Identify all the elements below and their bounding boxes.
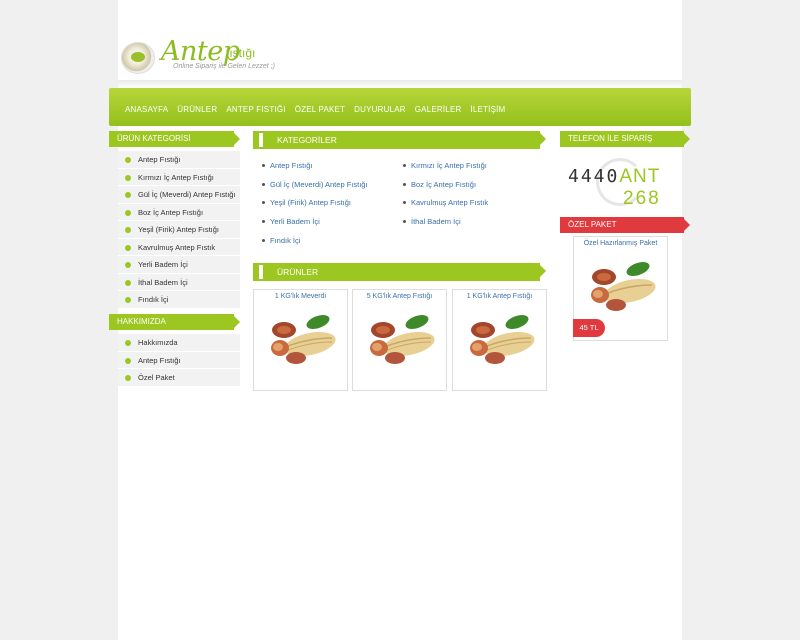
special-package-card[interactable]: Özel Hazırlanmış Paket 45 TL bbox=[573, 236, 668, 341]
categories-header: KATEGORİLER bbox=[253, 131, 546, 149]
category-link[interactable]: Kırmızı İç Antep Fıstığı bbox=[403, 160, 488, 179]
about-list: Hakkımızda Antep Fıstığı Özel Paket bbox=[118, 334, 240, 387]
phone-part-1: 4440 bbox=[568, 166, 620, 187]
bullet-icon bbox=[125, 279, 131, 286]
pistachio-bowl-icon bbox=[121, 42, 155, 74]
category-link[interactable]: Antep Fıstığı bbox=[262, 160, 368, 179]
product-card[interactable]: 1 KG'lık Meverdi bbox=[253, 289, 348, 391]
peanut-image-icon bbox=[370, 315, 435, 364]
phone-part-3: 268 bbox=[623, 188, 661, 209]
sidebar-item-label: Antep Fıstığı bbox=[138, 155, 181, 164]
logo-slogan: Online Sipariş ile Gelen Lezzet ;) bbox=[173, 63, 275, 70]
category-link[interactable]: Fındık İçi bbox=[262, 235, 368, 254]
product-name: 1 KG'lık Antep Fıstığı bbox=[466, 293, 533, 300]
product-name: 5 KG'lık Antep Fıstığı bbox=[366, 293, 433, 300]
product-name: 1 KG'lık Meverdi bbox=[274, 293, 327, 300]
sidebar-item-label: Antep Fıstığı bbox=[138, 355, 181, 365]
logo-suffix: fıstığı bbox=[226, 46, 256, 60]
nav-galleries[interactable]: GALERİLER bbox=[415, 105, 462, 114]
product-category-list: Antep Fıstığı Kırmızı İç Antep Fıstığı G… bbox=[118, 151, 240, 309]
sidebar-item-label: Kavrulmuş Antep Fıstık bbox=[138, 242, 216, 252]
products-header: ÜRÜNLER bbox=[253, 263, 546, 281]
sidebar-item-findik[interactable]: Fındık İçi bbox=[118, 291, 240, 309]
sidebar-item-label: Özel Paket bbox=[138, 373, 175, 382]
sidebar-item-yerli-badem[interactable]: Yerli Badem İçi bbox=[118, 256, 240, 274]
category-link[interactable]: Gül İç (Meverdi) Antep Fıstığı bbox=[262, 179, 368, 198]
category-link[interactable]: Kavrulmuş Antep Fıstık bbox=[403, 197, 488, 216]
special-package-name: Özel Hazırlanmış Paket bbox=[583, 240, 658, 247]
sidebar-item-boz-ic[interactable]: Boz İç Antep Fıstığı bbox=[118, 203, 240, 221]
nav-contact[interactable]: İLETİŞİM bbox=[470, 105, 505, 114]
category-link[interactable]: İthal Badem İçi bbox=[403, 216, 488, 235]
bullet-icon bbox=[125, 375, 131, 381]
sidebar-item-kirmizi-ic[interactable]: Kırmızı İç Antep Fıstığı bbox=[118, 168, 240, 186]
phone-digits: 4440ANT bbox=[568, 166, 660, 188]
header-divider bbox=[118, 80, 682, 88]
sidebar-item-label: Kırmızı İç Antep Fıstığı bbox=[138, 172, 214, 182]
bullet-icon bbox=[125, 209, 131, 216]
about-header: HAKKIMIZDA bbox=[109, 314, 240, 330]
bullet-icon bbox=[125, 192, 131, 198]
product-category-header: ÜRÜN KATEGORİSİ bbox=[109, 131, 240, 147]
peanut-image-icon bbox=[470, 315, 535, 364]
category-link[interactable]: Yeşil (Firik) Antep Fıstığı bbox=[262, 197, 368, 216]
price-badge: 45 TL bbox=[573, 319, 605, 337]
product-card[interactable]: 5 KG'lık Antep Fıstığı bbox=[352, 289, 447, 391]
main-nav: ANASAYFA ÜRÜNLER ANTEP FISTIĞI ÖZEL PAKE… bbox=[109, 88, 691, 126]
phone-number[interactable]: 4440ANT 268 bbox=[560, 150, 680, 218]
sidebar-item-about[interactable]: Hakkımızda bbox=[118, 334, 240, 352]
category-link[interactable]: Yerli Badem İçi bbox=[262, 216, 368, 235]
special-package-header: ÖZEL PAKET bbox=[560, 217, 690, 233]
nav-products[interactable]: ÜRÜNLER bbox=[177, 105, 217, 114]
bullet-icon bbox=[125, 174, 131, 181]
nav-special-package[interactable]: ÖZEL PAKET bbox=[295, 105, 345, 114]
sidebar-item-label: İthal Badem İçi bbox=[138, 277, 188, 287]
nav-home[interactable]: ANASAYFA bbox=[125, 105, 168, 114]
sidebar-item-kavrulmus[interactable]: Kavrulmuş Antep Fıstık bbox=[118, 238, 240, 256]
sidebar-item-special[interactable]: Özel Paket bbox=[118, 369, 240, 387]
bullet-icon bbox=[125, 244, 131, 251]
sidebar-item-label: Boz İç Antep Fıstığı bbox=[138, 207, 204, 217]
sidebar-item-label: Fındık İçi bbox=[138, 295, 169, 304]
category-link[interactable]: Boz İç Antep Fıstığı bbox=[403, 179, 488, 198]
sidebar-item-label: Gül İç (Meverdi) Antep Fıstığı bbox=[138, 190, 236, 199]
sidebar-item-antep-fistigi[interactable]: Antep Fıstığı bbox=[118, 151, 240, 169]
bullet-icon bbox=[125, 357, 131, 364]
sidebar-item-gul-ic[interactable]: Gül İç (Meverdi) Antep Fıstığı bbox=[118, 186, 240, 204]
bullet-icon bbox=[125, 262, 131, 268]
logo[interactable]: Antep fıstığı Online Sipariş ile Gelen L… bbox=[121, 36, 301, 80]
phone-order-header: TELEFON İLE SİPARİŞ bbox=[560, 131, 690, 147]
sidebar-item-ithal-badem[interactable]: İthal Badem İçi bbox=[118, 273, 240, 291]
sidebar-item-label: Hakkımızda bbox=[138, 338, 178, 347]
sidebar-item-yesil-firik[interactable]: Yeşil (Firik) Antep Fıstığı bbox=[118, 221, 240, 239]
nav-antep-pistachio[interactable]: ANTEP FISTIĞI bbox=[226, 105, 285, 114]
sidebar-item-label: Yerli Badem İçi bbox=[138, 260, 188, 269]
peanut-image-icon bbox=[591, 262, 656, 311]
bullet-icon bbox=[125, 227, 131, 233]
sidebar-item-antep[interactable]: Antep Fıstığı bbox=[118, 351, 240, 369]
product-card[interactable]: 1 KG'lık Antep Fıstığı bbox=[452, 289, 547, 391]
bullet-icon bbox=[125, 340, 131, 346]
nav-announcements[interactable]: DUYURULAR bbox=[354, 105, 406, 114]
bullet-icon bbox=[125, 157, 131, 163]
sidebar-item-label: Yeşil (Firik) Antep Fıstığı bbox=[138, 225, 219, 234]
phone-part-2: ANT bbox=[619, 166, 661, 187]
bullet-icon bbox=[125, 297, 131, 303]
peanut-image-icon bbox=[271, 315, 336, 364]
